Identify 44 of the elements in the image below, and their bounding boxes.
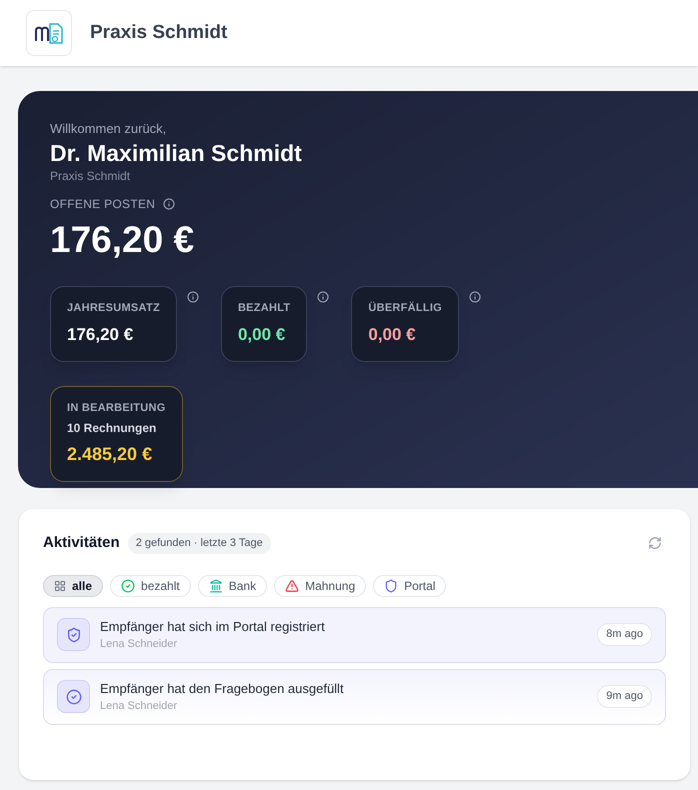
activity-person: Lena Schneider (100, 699, 178, 714)
bank-icon (208, 578, 223, 592)
result-count-pill: 2 gefunden · letzte 3 Tage (128, 533, 271, 554)
greeting-text: Willkommen zurück, (50, 120, 168, 138)
time-pill: 9m ago (597, 685, 652, 708)
refresh-icon (648, 536, 662, 550)
refresh-button[interactable] (648, 536, 662, 550)
stat-value: 176,20 € (67, 324, 134, 346)
filter-chip[interactable]: Portal (373, 574, 446, 596)
check-circle-icon (121, 578, 136, 592)
practice-title: Praxis Schmidt (90, 20, 228, 45)
time-pill: 8m ago (597, 623, 652, 646)
stat-value: 0,00 € (368, 324, 417, 346)
open-items-label: OFFENE POSTEN (50, 196, 156, 214)
processing-amount: 2.485,20 € (67, 443, 154, 466)
filter-chip[interactable]: Mahnung (274, 574, 366, 596)
open-items-amount: 176,20 € (50, 218, 196, 262)
stat-label: ÜBERFÄLLIG (368, 300, 442, 316)
filter-chip[interactable]: alle (43, 574, 104, 596)
stat-label: JAHRESUMSATZ (67, 300, 160, 316)
filter-chip[interactable]: Bank (198, 574, 268, 596)
info-icon[interactable] (469, 290, 482, 302)
activities-title: Aktivitäten (43, 533, 120, 553)
grid-icon (54, 580, 66, 592)
invoice-count: 10 Rechnungen (67, 420, 158, 437)
invoice-logo-icon (34, 21, 64, 45)
activity-row[interactable]: Empfänger hat den Fragebogen ausgefüllt Lena Schneider 9m ago (43, 668, 666, 724)
filter-chip[interactable]: bezahlt (110, 574, 191, 596)
practice-name: Praxis Schmidt (50, 168, 132, 186)
processing-label: IN BEARBEITUNG (67, 400, 166, 416)
warning-icon (285, 578, 300, 592)
shield-check-icon (66, 626, 82, 642)
activity-title: Empfänger hat den Fragebogen ausgefüllt (100, 680, 344, 698)
stat-label: BEZAHLT (238, 300, 290, 316)
stat-value: 0,00 € (238, 324, 286, 346)
shield-icon (384, 578, 398, 592)
info-icon[interactable] (186, 290, 199, 302)
activity-person: Lena Schneider (100, 637, 178, 652)
info-icon[interactable] (317, 290, 330, 302)
activity-row[interactable]: Empfänger hat sich im Portal registriert Lena Schneider 8m ago (43, 606, 666, 662)
info-icon[interactable] (163, 198, 176, 210)
check-circle-icon (66, 688, 82, 704)
activity-title: Empfänger hat sich im Portal registriert (100, 618, 325, 636)
user-name: Dr. Maximilian Schmidt (50, 138, 303, 168)
